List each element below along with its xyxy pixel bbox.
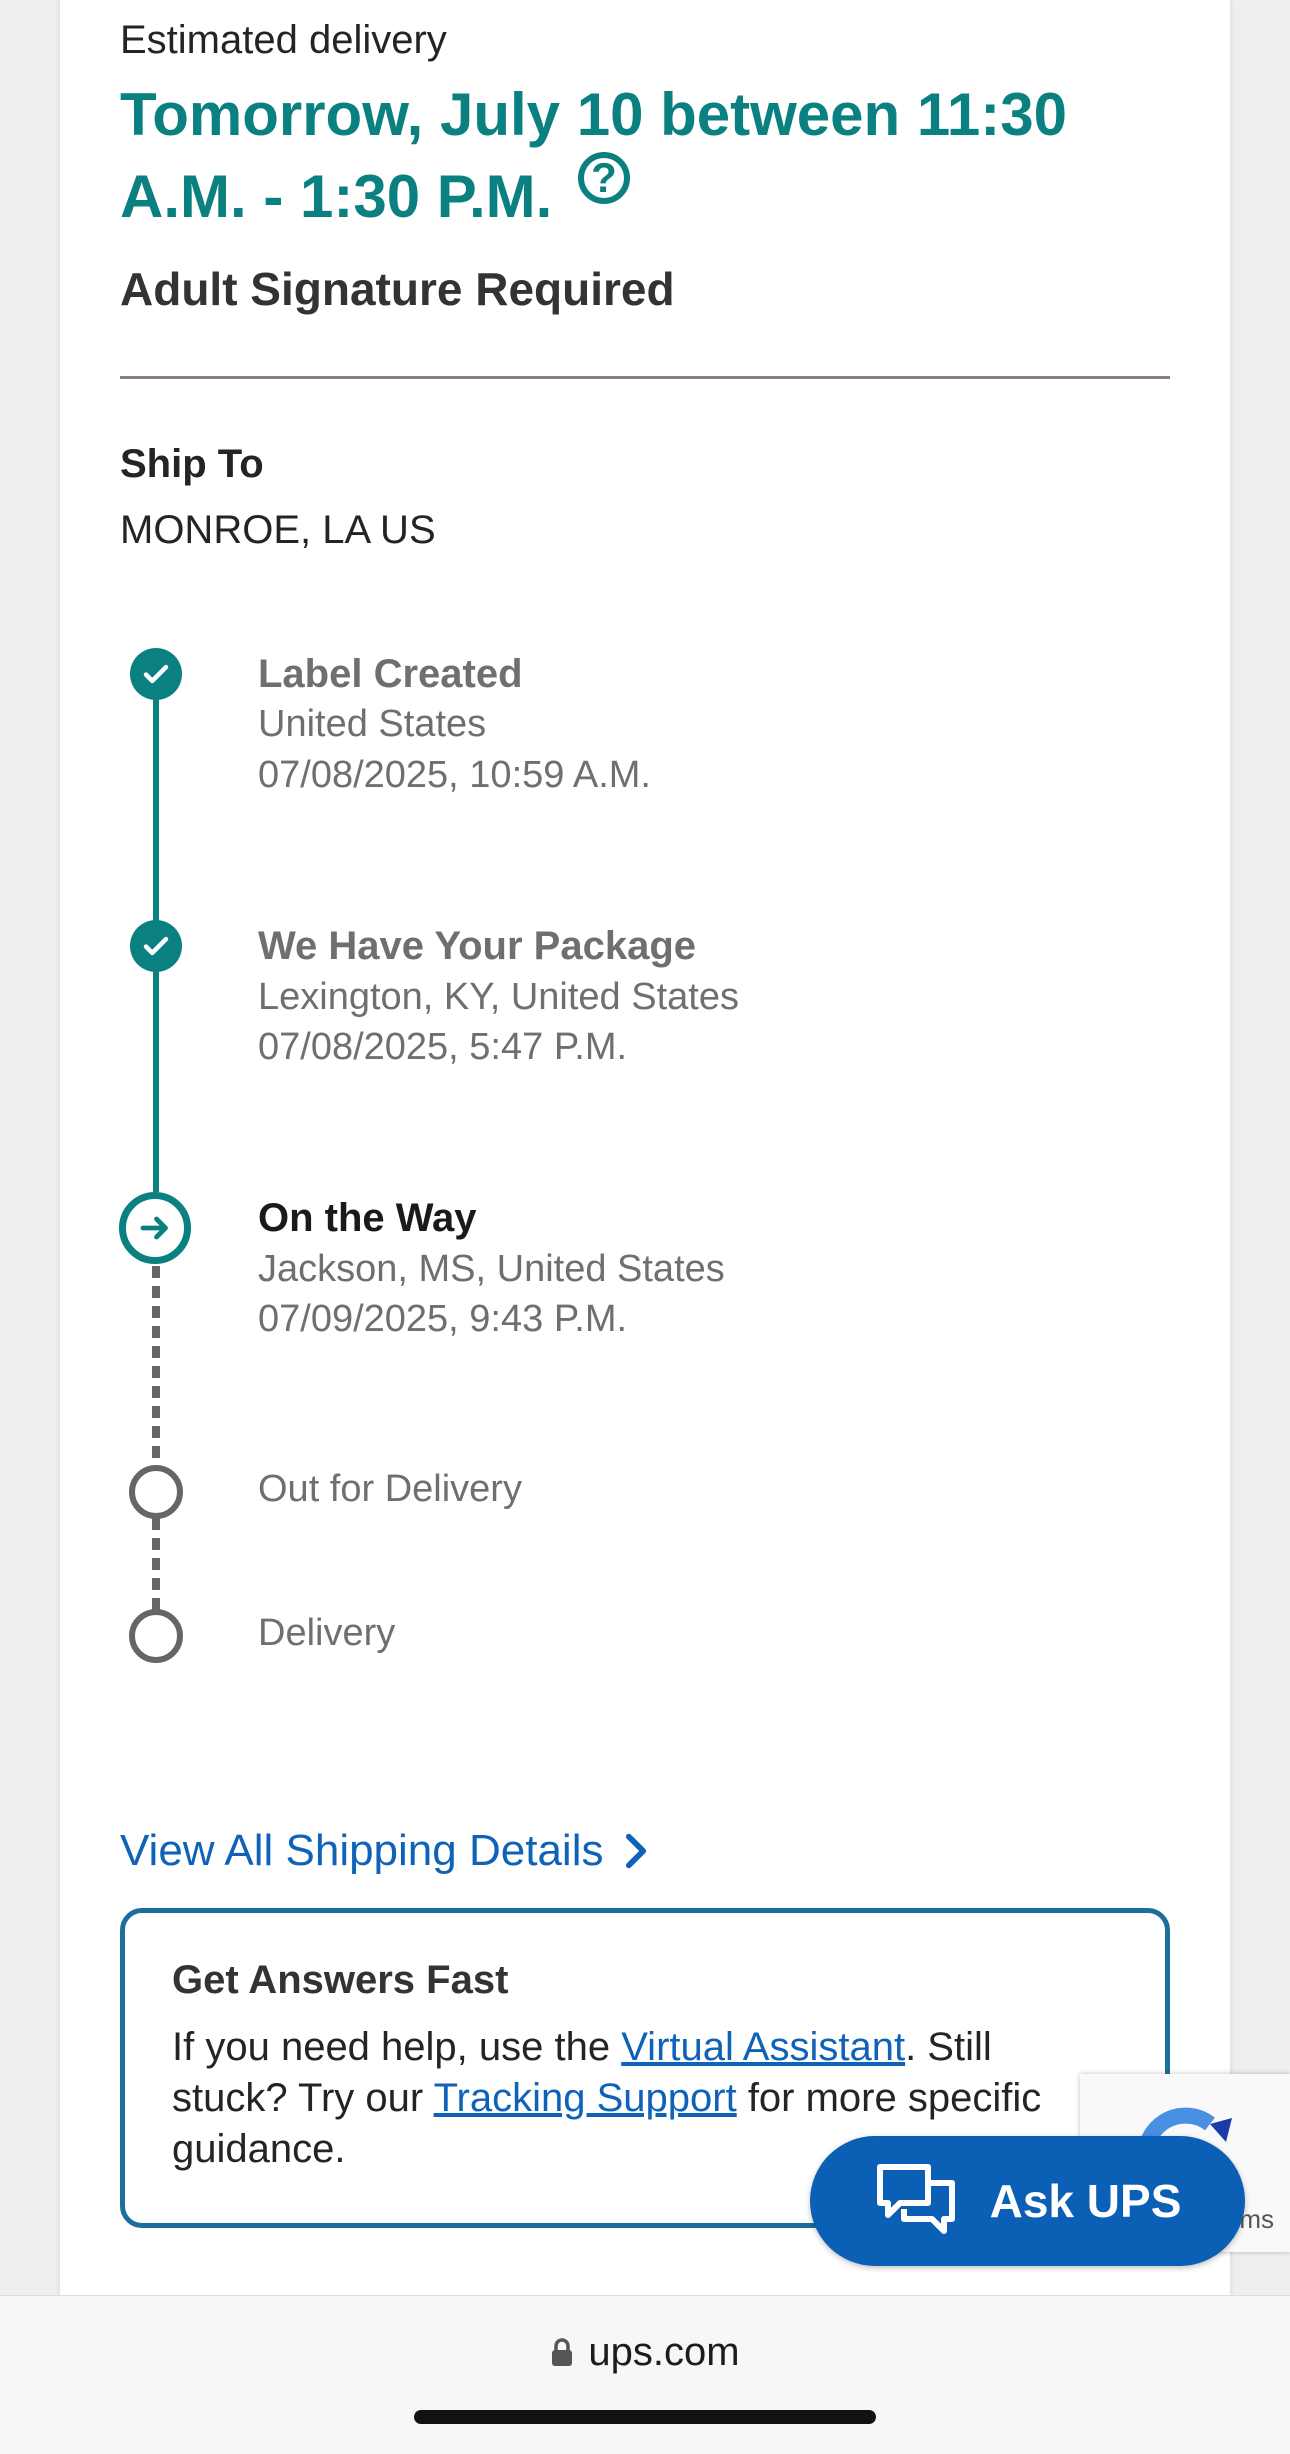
step-location: Lexington, KY, United States xyxy=(258,976,739,1018)
estimated-delivery-label: Estimated delivery xyxy=(120,18,447,62)
empty-circle-icon xyxy=(129,1609,183,1663)
chevron-right-icon xyxy=(626,1833,647,1869)
help-text-part: If you need help, use the xyxy=(172,2025,622,2069)
url-text: ups.com xyxy=(588,2330,740,2374)
view-all-shipping-details-link[interactable]: View All Shipping Details xyxy=(120,1826,647,1876)
tracking-support-link[interactable]: Tracking Support xyxy=(434,2076,737,2120)
step-title: On the Way xyxy=(258,1196,477,1240)
ship-to-value: MONROE, LA US xyxy=(120,508,436,552)
signature-requirement: Adult Signature Required xyxy=(120,263,675,315)
ask-ups-label: Ask UPS xyxy=(989,2175,1182,2227)
view-all-label: View All Shipping Details xyxy=(120,1826,604,1875)
lock-icon xyxy=(552,2337,573,2366)
progress-rail-complete xyxy=(153,946,159,1192)
divider xyxy=(120,376,1170,379)
progress-rail-complete xyxy=(153,674,159,946)
virtual-assistant-link[interactable]: Virtual Assistant xyxy=(621,2025,905,2069)
help-box-title: Get Answers Fast xyxy=(172,1958,509,2002)
ask-ups-button[interactable]: Ask UPS xyxy=(810,2136,1245,2266)
check-circle-icon xyxy=(130,648,182,700)
progress-rail-pending xyxy=(152,1266,160,1472)
step-title: Delivery xyxy=(258,1612,396,1654)
arrow-circle-icon xyxy=(119,1192,191,1264)
step-datetime: 07/08/2025, 5:47 P.M. xyxy=(258,1026,628,1068)
home-indicator[interactable] xyxy=(414,2410,876,2424)
step-location: Jackson, MS, United States xyxy=(258,1248,725,1290)
ship-to-label: Ship To xyxy=(120,442,264,486)
step-title: Label Created xyxy=(258,652,523,696)
step-title: Out for Delivery xyxy=(258,1468,522,1510)
step-datetime: 07/08/2025, 10:59 A.M. xyxy=(258,754,651,796)
step-location: United States xyxy=(258,703,487,745)
empty-circle-icon xyxy=(129,1465,183,1519)
step-datetime: 07/09/2025, 9:43 P.M. xyxy=(258,1298,628,1340)
step-title: We Have Your Package xyxy=(258,924,697,968)
progress-rail-pending xyxy=(152,1518,160,1616)
chat-bubbles-icon xyxy=(876,2164,955,2234)
question-circle-icon[interactable]: ? xyxy=(578,152,630,204)
check-circle-icon xyxy=(130,920,182,972)
url-display[interactable]: ups.com xyxy=(0,2330,1290,2375)
